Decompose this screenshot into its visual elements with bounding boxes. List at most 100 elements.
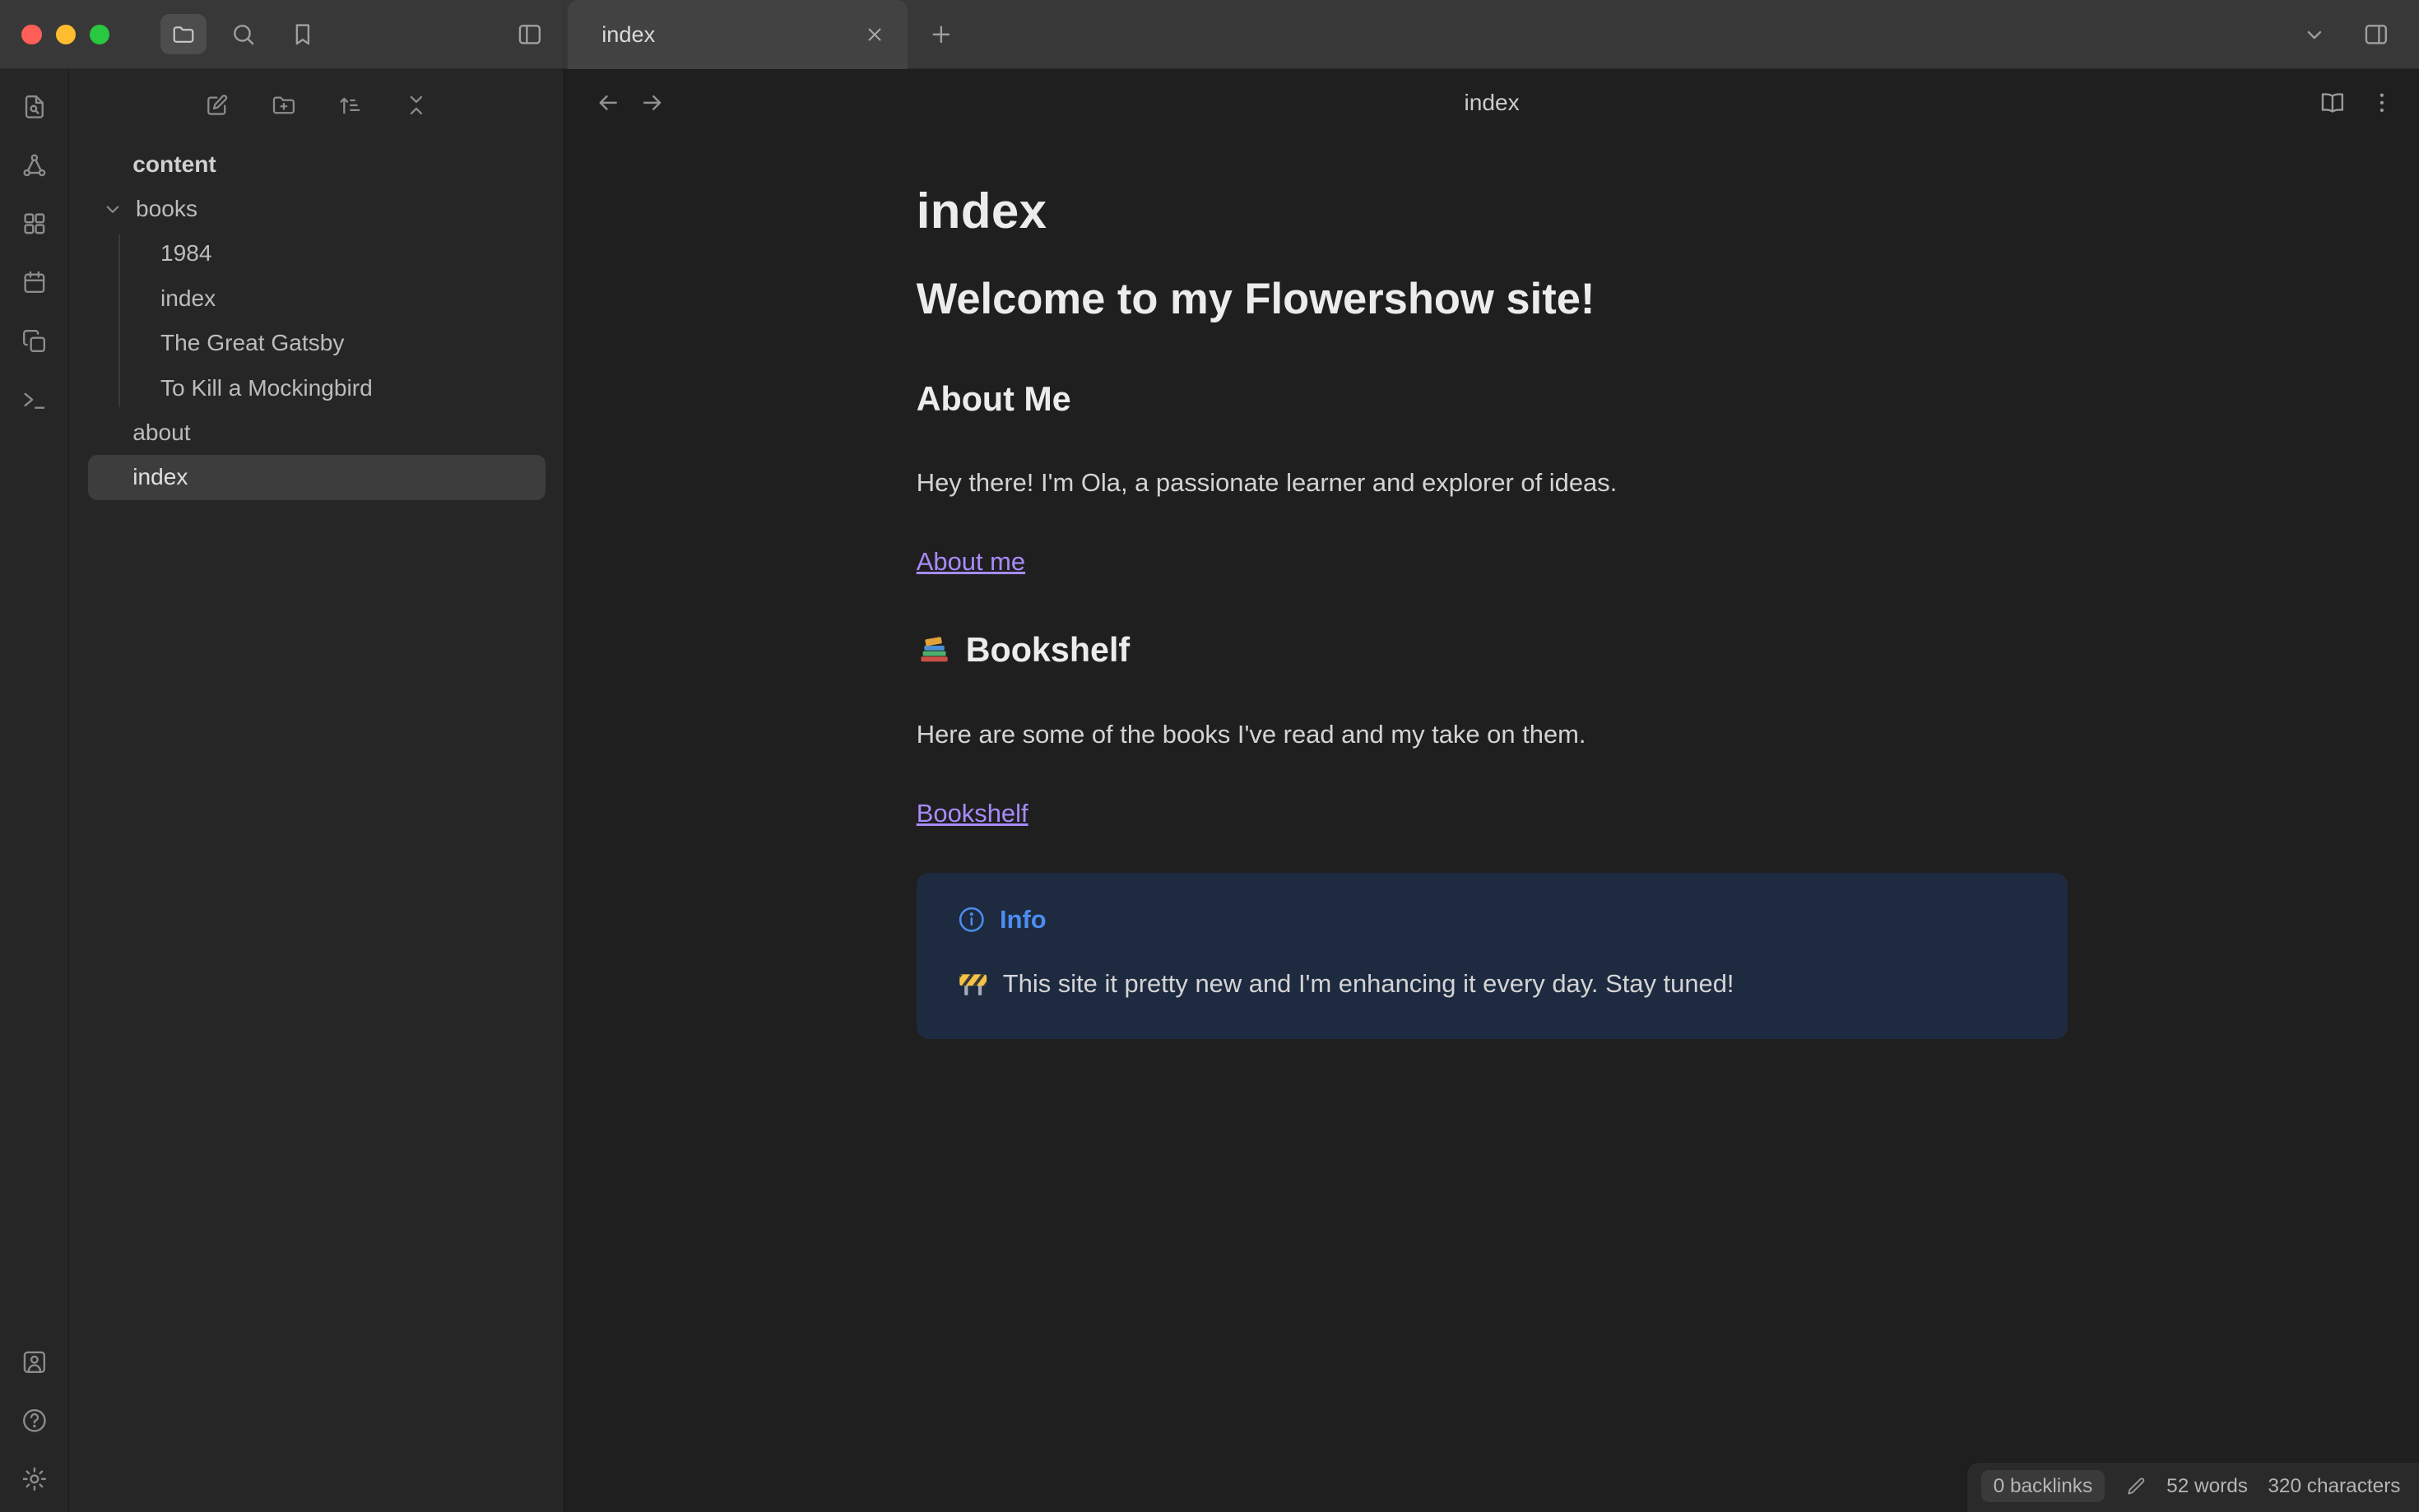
zoom-window-button[interactable] xyxy=(89,24,110,44)
ribbon-search-vault-button[interactable] xyxy=(17,90,51,123)
callout-body: This site it pretty new and I'm enhancin… xyxy=(957,965,2027,1004)
ribbon-canvas-button[interactable] xyxy=(17,206,51,240)
callout-body-text: This site it pretty new and I'm enhancin… xyxy=(1002,969,1734,999)
more-options-button[interactable] xyxy=(2366,87,2398,118)
tab-index[interactable]: index xyxy=(568,0,908,69)
folder-icon xyxy=(171,22,196,47)
terminal-icon xyxy=(21,386,49,414)
backlinks-count[interactable]: 0 backlinks xyxy=(1980,1470,2106,1503)
layout-grid-icon xyxy=(21,210,49,238)
arrow-left-icon xyxy=(594,89,622,117)
collapse-all-button[interactable] xyxy=(397,86,434,123)
ribbon-graph-button[interactable] xyxy=(17,148,51,182)
panel-left-icon xyxy=(516,21,544,49)
help-icon xyxy=(21,1407,49,1435)
file-to-kill-a-mockingbird[interactable]: To Kill a Mockingbird xyxy=(88,365,546,410)
edit-mode-icon[interactable] xyxy=(2125,1476,2147,1497)
vault-switcher-button[interactable] xyxy=(160,14,207,55)
document-scroll-area[interactable]: index Welcome to my Flowershow site! Abo… xyxy=(564,136,2419,1512)
chevrons-collapse-icon xyxy=(403,92,429,118)
file-label: To Kill a Mockingbird xyxy=(160,374,373,401)
bookshelf-link[interactable]: Bookshelf xyxy=(917,799,1028,828)
file-label: The Great Gatsby xyxy=(160,330,345,356)
file-explorer-sidebar: content books 1984 index The Great Gatsb… xyxy=(69,69,565,1512)
doc-title-heading: index xyxy=(916,183,1047,239)
construction-emoji-icon xyxy=(957,968,989,1000)
close-icon xyxy=(863,23,886,46)
welcome-heading: Welcome to my Flowershow site! xyxy=(916,275,1595,323)
sort-order-button[interactable] xyxy=(332,86,369,123)
info-circle-icon xyxy=(957,905,987,935)
minimize-window-button[interactable] xyxy=(55,24,76,44)
reading-view-button[interactable] xyxy=(2317,87,2348,118)
file-label: about xyxy=(132,419,191,445)
about-me-heading: About Me xyxy=(916,379,1071,418)
chevron-down-icon xyxy=(2301,21,2328,49)
new-note-button[interactable] xyxy=(198,86,235,123)
tab-list-button[interactable] xyxy=(2292,12,2336,56)
file-the-great-gatsby[interactable]: The Great Gatsby xyxy=(88,321,546,365)
bookmark-icon xyxy=(289,21,317,49)
bookshelf-heading: Bookshelf xyxy=(917,628,2068,672)
file-index-selected[interactable]: index xyxy=(87,455,546,500)
file-label: 1984 xyxy=(160,240,212,267)
about-me-link[interactable]: About me xyxy=(917,547,1025,576)
ribbon-templates-button[interactable] xyxy=(17,324,51,358)
view-header: index xyxy=(564,69,2419,136)
bookmarks-button[interactable] xyxy=(281,12,324,56)
ribbon-help-button[interactable] xyxy=(17,1403,51,1437)
forward-button[interactable] xyxy=(637,87,668,118)
obsidian-window: index content books 1984 index The Great… xyxy=(0,0,2419,1512)
ribbon-account-button[interactable] xyxy=(17,1345,51,1379)
titlebar-right xyxy=(2292,12,2419,56)
view-actions xyxy=(2317,87,2398,118)
calendar-icon xyxy=(21,268,49,296)
user-box-icon xyxy=(21,1348,49,1376)
folder-books[interactable]: books xyxy=(88,187,546,231)
markdown-document: index Welcome to my Flowershow site! Abo… xyxy=(916,136,2068,1040)
file-about[interactable]: about xyxy=(88,410,546,455)
file-label: index xyxy=(160,285,216,311)
panel-right-icon xyxy=(2362,21,2390,49)
file-books-index[interactable]: index xyxy=(88,276,546,321)
folder-content-label: content xyxy=(132,151,216,177)
ribbon-daily-note-button[interactable] xyxy=(17,266,51,299)
tab-title: index xyxy=(601,21,656,47)
bookshelf-heading-label: Bookshelf xyxy=(965,631,1131,670)
folder-books-label: books xyxy=(136,196,198,222)
new-tab-button[interactable] xyxy=(920,12,963,56)
character-count: 320 characters xyxy=(2268,1474,2401,1497)
arrow-right-icon xyxy=(638,89,666,117)
titlebar: index xyxy=(0,0,2419,70)
book-open-icon xyxy=(2319,89,2347,117)
toggle-left-sidebar-button[interactable] xyxy=(508,12,552,56)
sort-asc-icon xyxy=(337,92,363,118)
file-tree: content books 1984 index The Great Gatsb… xyxy=(69,142,564,500)
ribbon-settings-button[interactable] xyxy=(17,1463,51,1496)
new-note-icon xyxy=(204,92,230,118)
close-window-button[interactable] xyxy=(21,24,42,44)
folder-content[interactable]: content xyxy=(88,142,546,187)
back-button[interactable] xyxy=(592,87,624,118)
file-search-icon xyxy=(21,93,49,121)
dots-vertical-icon xyxy=(2368,89,2396,117)
file-1984[interactable]: 1984 xyxy=(88,231,546,276)
books-emoji-icon xyxy=(917,633,952,668)
folder-plus-icon xyxy=(271,92,297,118)
titlebar-left xyxy=(0,0,565,69)
callout-title-row: Info xyxy=(957,901,2027,939)
ribbon-terminal-button[interactable] xyxy=(17,383,51,416)
chevron-down-icon[interactable] xyxy=(100,197,125,221)
bookshelf-paragraph: Here are some of the books I've read and… xyxy=(916,720,1586,749)
file-label: index xyxy=(132,464,188,490)
search-button[interactable] xyxy=(222,12,266,56)
info-callout: Info This site it pretty new and I'm enh… xyxy=(916,873,2068,1040)
toggle-right-sidebar-button[interactable] xyxy=(2354,12,2398,56)
plus-icon xyxy=(927,21,955,49)
new-folder-button[interactable] xyxy=(265,86,302,123)
about-paragraph: Hey there! I'm Ola, a passionate learner… xyxy=(916,468,1618,498)
ribbon xyxy=(0,69,70,1512)
tab-close-button[interactable] xyxy=(858,17,892,51)
view-title: index xyxy=(1464,89,1520,115)
copy-icon xyxy=(21,327,49,355)
